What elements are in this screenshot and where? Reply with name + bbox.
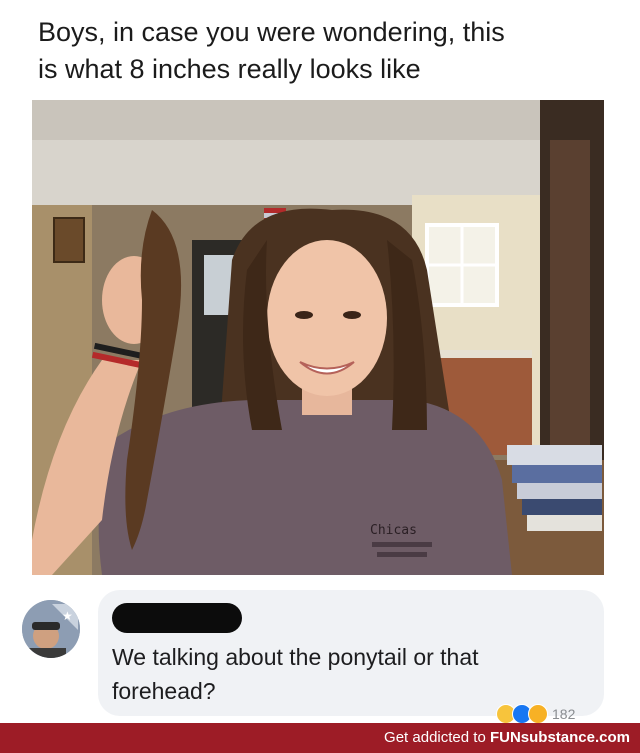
- wow-reaction-icon: [528, 704, 548, 724]
- watermark-footer: Get addicted to FUNsubstance.com: [0, 723, 640, 753]
- photo-illustration: Chicas: [32, 100, 604, 575]
- footer-text: Get addicted to FUNsubstance.com: [384, 729, 630, 746]
- caption-line-1: Boys, in case you were wondering, this: [38, 17, 505, 47]
- caption-line-2: is what 8 inches really looks like: [38, 54, 421, 84]
- commenter-avatar[interactable]: ★: [22, 600, 80, 658]
- reaction-count: 182: [552, 706, 576, 722]
- comment-line-2: forehead?: [112, 678, 216, 704]
- reactions-bar[interactable]: 182: [496, 704, 575, 724]
- svg-text:★: ★: [62, 609, 73, 623]
- footer-prefix: Get addicted to: [384, 729, 490, 746]
- meme-caption: Boys, in case you were wondering, this i…: [38, 14, 618, 88]
- footer-brand: FUNsubstance.com: [489, 729, 630, 746]
- comment-line-1: We talking about the ponytail or that: [112, 644, 479, 670]
- redacted-username: [112, 603, 242, 633]
- meme-photo: Chicas: [32, 100, 604, 575]
- avatar-image: ★: [22, 600, 80, 658]
- comment-text: We talking about the ponytail or that fo…: [112, 640, 582, 708]
- shirt-text: Chicas: [370, 523, 417, 538]
